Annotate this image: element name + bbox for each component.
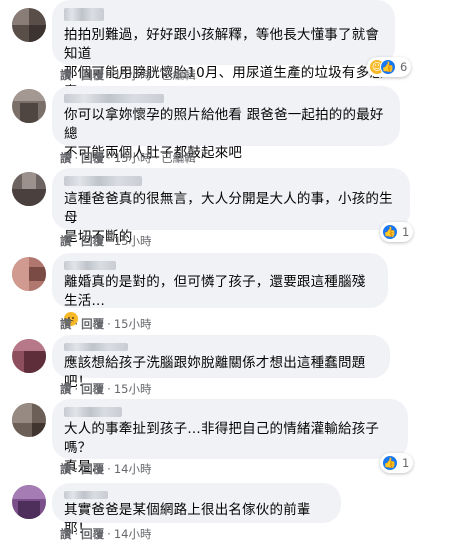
comment-bubble: 離婚真的是對的，但可憐了孩子，還要跟這種腦殘生活… (52, 253, 388, 326)
like-link[interactable]: 讚 (60, 317, 72, 331)
timestamp[interactable]: 15小時 (114, 317, 152, 331)
commenter-name-blurred[interactable] (64, 491, 108, 499)
like-reaction-icon: 👍 (382, 455, 398, 471)
like-reaction-icon: 👍 (382, 224, 398, 240)
comment-bubble: 應該想給孩子洗腦跟妳脫離關係才想出這種蠢問題吧！ (52, 335, 390, 390)
avatar[interactable] (12, 257, 46, 291)
reply-link[interactable]: 回覆 (81, 317, 104, 331)
comment-bubble: 其實爸爸是某個網路上很出名傢伙的前輩耶！ (52, 483, 341, 537)
comment-actions: 讚 · 回覆 · 15小時 (60, 234, 152, 248)
reaction-summary[interactable]: 👍 1 (380, 222, 414, 242)
timestamp[interactable]: 14小時 (114, 462, 152, 476)
reaction-summary[interactable]: ☺ 👍 6 (367, 57, 412, 77)
like-link[interactable]: 讚 (60, 462, 72, 476)
reply-link[interactable]: 回覆 (81, 68, 104, 82)
like-link[interactable]: 讚 (60, 68, 72, 82)
like-link[interactable]: 讚 (60, 151, 72, 165)
comment-actions: 讚 · 回覆 · 14小時 (60, 462, 152, 476)
comment-actions: 讚 · 回覆 · 15小時 (60, 382, 152, 396)
comment-bubble: 你可以拿妳懷孕的照片給他看 跟爸爸一起拍的的最好 總 不可能兩個人肚子都鼓起來吧 (52, 86, 400, 161)
reply-link[interactable]: 回覆 (81, 462, 104, 476)
commenter-name-blurred[interactable] (64, 8, 104, 21)
avatar[interactable] (12, 8, 46, 42)
comment-bubble: 大人的事牽扯到孩子…非得把自己的情緒灌輸給孩子嗎？ 真是… (52, 399, 408, 475)
timestamp[interactable]: 15小時 (114, 151, 152, 165)
comment-bubble: 拍拍別難過，好好跟小孩解釋，等他長大懂事了就會知道 那個可能用膀胱懷胎10月、用… (52, 0, 395, 100)
commenter-name-blurred[interactable] (64, 176, 142, 186)
reply-link[interactable]: 回覆 (81, 151, 104, 165)
reaction-count: 6 (400, 60, 408, 74)
comment-actions: 讚 · 回覆 · 15小時 · 已編輯 (60, 151, 196, 165)
edited-label[interactable]: 已編輯 (161, 151, 196, 165)
timestamp[interactable]: 15小時 (114, 382, 152, 396)
avatar[interactable] (12, 89, 46, 123)
comment-actions: 讚 · 回覆 · 15小時 (60, 317, 152, 331)
reaction-count: 1 (402, 225, 410, 239)
commenter-name-blurred[interactable] (64, 407, 122, 417)
timestamp[interactable]: 14小時 (114, 527, 152, 541)
reply-link[interactable]: 回覆 (81, 234, 104, 248)
comment-actions: 讚 · 回覆 · 14小時 (60, 527, 152, 541)
avatar[interactable] (12, 403, 46, 437)
like-link[interactable]: 讚 (60, 234, 72, 248)
like-link[interactable]: 讚 (60, 382, 72, 396)
reaction-count: 1 (402, 456, 410, 470)
like-reaction-icon: 👍 (380, 59, 396, 75)
avatar[interactable] (12, 485, 46, 519)
comment-bubble: 這種爸爸真的很無言，大人分開是大人的事，小孩的生母 是切不斷的 (52, 168, 410, 245)
commenter-name-blurred[interactable] (64, 261, 116, 270)
like-link[interactable]: 讚 (60, 527, 72, 541)
reply-link[interactable]: 回覆 (81, 382, 104, 396)
edited-label[interactable]: 已編輯 (161, 68, 196, 82)
timestamp[interactable]: 15小時 (114, 68, 152, 82)
avatar[interactable] (12, 172, 46, 206)
avatar[interactable] (12, 339, 46, 373)
comment-actions: 讚 · 回覆 · 15小時 · 已編輯 (60, 68, 196, 82)
reaction-summary[interactable]: 👍 1 (380, 453, 414, 473)
reply-link[interactable]: 回覆 (81, 527, 104, 541)
commenter-name-blurred[interactable] (64, 343, 128, 351)
timestamp[interactable]: 15小時 (114, 234, 152, 248)
commenter-name-blurred[interactable] (64, 94, 164, 103)
